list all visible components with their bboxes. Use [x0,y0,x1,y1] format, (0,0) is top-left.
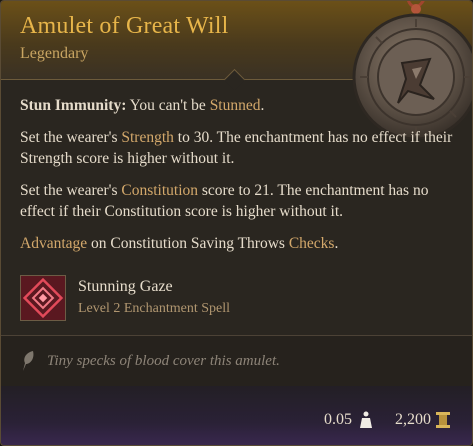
effect-text: on Constitution Saving Throws [87,235,289,252]
item-title: Amulet of Great Will [20,13,229,39]
spell-subtitle: Level 2 Enchantment Spell [78,301,231,316]
tooltip-footer: 0.05 2,200 [1,386,472,445]
effect-strength: Set the wearer's Strength to 30. The enc… [20,127,460,169]
keyword-advantage[interactable]: Advantage [20,235,87,252]
keyword-stunned[interactable]: Stunned [210,97,261,114]
keyword-constitution[interactable]: Constitution [121,182,198,199]
keyword-strength[interactable]: Strength [121,129,174,146]
flavor-section: Tiny specks of blood cover this amulet. [1,336,472,386]
tooltip-description: Stun Immunity: You can't be Stunned. Set… [20,95,460,265]
effect-label: Stun Immunity: [20,97,127,114]
effect-text: . [334,235,339,252]
item-rarity: Legendary [20,45,89,62]
gold-value: 2,200 [395,411,431,428]
effect-constitution: Set the wearer's Constitution score to 2… [20,180,460,222]
effect-text: . [260,97,265,114]
effect-text: Set the wearer's [20,129,122,146]
effect-text: You can't be [126,97,210,114]
effect-advantage: Advantage on Constitution Saving Throws … [20,233,460,254]
stunning-gaze-icon [21,276,65,320]
gold-coin-icon [436,412,450,428]
granted-spell[interactable]: Stunning Gaze Level 2 Enchantment Spell [20,275,420,325]
item-tooltip: Amulet of Great Will Legendary Stun Immu… [0,0,473,446]
spell-name: Stunning Gaze [78,278,173,295]
tooltip-header: Amulet of Great Will Legendary [1,1,472,139]
weight-icon [360,411,372,428]
quill-icon [23,351,34,371]
effect-text: Set the wearer's [20,182,122,199]
keyword-checks[interactable]: Checks [289,235,335,252]
effect-stun-immunity: Stun Immunity: You can't be Stunned. [20,95,460,116]
flavor-text: Tiny specks of blood cover this amulet. [47,353,280,369]
weight-value: 0.05 [324,411,352,428]
spell-icon-frame [20,275,66,321]
